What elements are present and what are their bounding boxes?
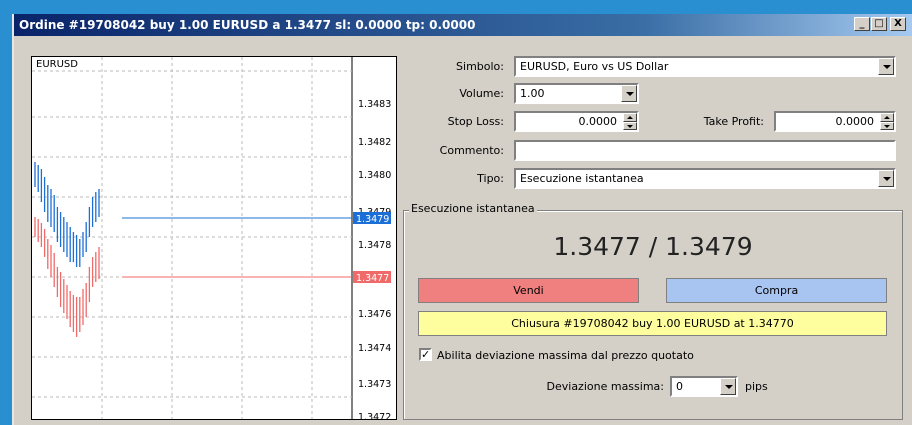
stoploss-value: 0.0000 [578, 115, 618, 128]
comment-input[interactable] [514, 140, 896, 161]
spin-up-icon[interactable] [880, 113, 894, 122]
comment-label: Commento: [439, 144, 504, 157]
chevron-down-icon[interactable] [878, 58, 894, 75]
volume-select[interactable]: 1.00 [514, 83, 639, 104]
spin-down-icon[interactable] [880, 121, 894, 130]
buy-button[interactable]: Compra [666, 278, 887, 303]
execution-group-title: Esecuzione istantanea [409, 202, 537, 215]
stoploss-input[interactable]: 0.0000 [514, 111, 639, 132]
title-bar[interactable]: Ordine #19708042 buy 1.00 EURUSD a 1.347… [14, 14, 912, 36]
price-level-label: 1.3476 [358, 309, 391, 320]
chevron-down-icon[interactable] [878, 170, 894, 187]
sell-button[interactable]: Vendi [418, 278, 639, 303]
deviation-value: 0 [676, 380, 683, 393]
symbol-select[interactable]: EURUSD, Euro vs US Dollar [514, 56, 896, 77]
type-select[interactable]: Esecuzione istantanea [514, 168, 896, 189]
price-level-label: 1.3482 [358, 137, 391, 148]
quote-display: 1.3477 / 1.3479 [553, 232, 753, 261]
deviation-unit: pips [745, 380, 768, 393]
spin-down-icon[interactable] [623, 121, 637, 130]
bid-marker-label: 1.3477 [356, 273, 389, 284]
spin-up-icon[interactable] [623, 113, 637, 122]
maximize-button[interactable]: □ [871, 17, 887, 31]
volume-value: 1.00 [520, 87, 545, 100]
takeprofit-spinner[interactable] [880, 113, 894, 130]
price-level-label: 1.3472 [358, 412, 391, 419]
volume-label: Volume: [459, 87, 504, 100]
takeprofit-input[interactable]: 0.0000 [774, 111, 896, 132]
chevron-down-icon[interactable] [621, 85, 637, 102]
stoploss-label: Stop Loss: [447, 115, 504, 128]
type-value: Esecuzione istantanea [520, 172, 644, 185]
order-window: Ordine #19708042 buy 1.00 EURUSD a 1.347… [12, 14, 912, 425]
price-level-label: 1.3478 [358, 240, 391, 251]
max-deviation-checkbox[interactable]: ✓ [419, 348, 432, 361]
minimize-button[interactable]: _ [854, 17, 870, 31]
stoploss-spinner[interactable] [623, 113, 637, 130]
window-title: Ordine #19708042 buy 1.00 EURUSD a 1.347… [19, 18, 476, 32]
price-level-label: 1.3473 [358, 379, 391, 390]
symbol-label: Simbolo: [456, 60, 504, 73]
tick-chart: EURUSD 1.34831.34821.34801.34791.34781.3… [31, 56, 397, 420]
close-button[interactable]: X [890, 17, 906, 31]
type-label: Tipo: [477, 172, 504, 185]
deviation-label: Deviazione massima: [546, 380, 664, 393]
takeprofit-value: 0.0000 [835, 115, 875, 128]
chevron-down-icon[interactable] [720, 378, 736, 395]
max-deviation-checkbox-label: Abilita deviazione massima dal prezzo qu… [437, 349, 694, 362]
takeprofit-label: Take Profit: [703, 115, 764, 128]
symbol-value: EURUSD, Euro vs US Dollar [520, 60, 669, 73]
deviation-select[interactable]: 0 [670, 376, 738, 397]
price-level-label: 1.3474 [358, 343, 391, 354]
price-level-label: 1.3480 [358, 170, 391, 181]
close-position-button[interactable]: Chiusura #19708042 buy 1.00 EURUSD at 1.… [418, 311, 887, 336]
tick-chart-svg: 1.3483 1.3482 1.3480 1.3479 1.3478 1.3477 1.34… [32, 57, 391, 419]
price-level-label: 1.3483 [358, 99, 391, 110]
ask-marker-label: 1.3479 [356, 214, 389, 225]
